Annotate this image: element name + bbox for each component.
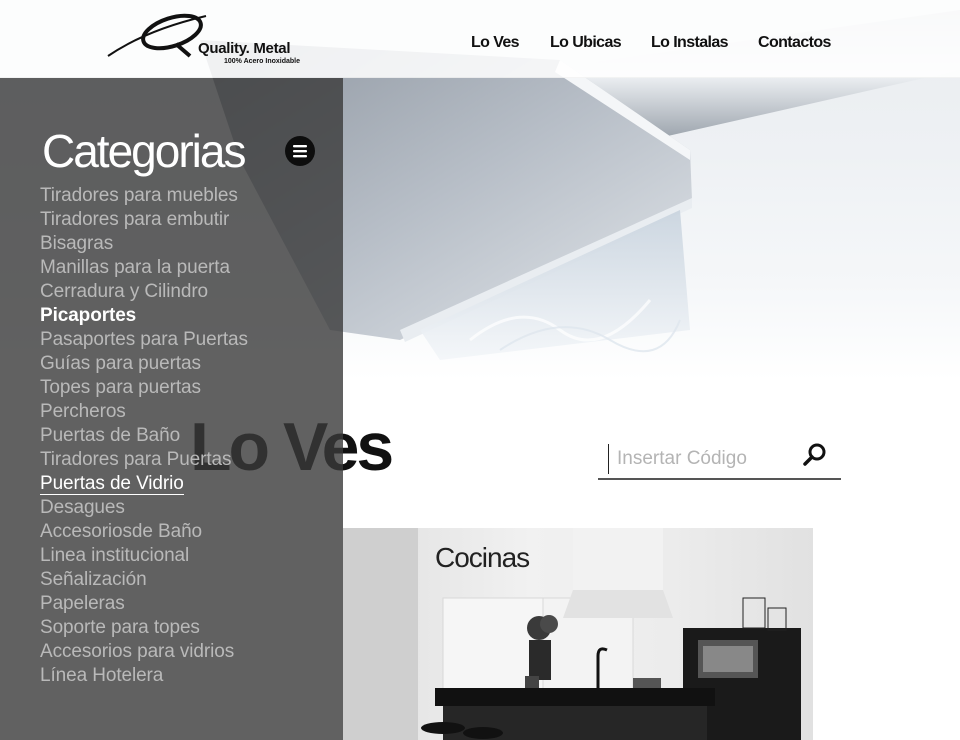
category-item[interactable]: Accesorios para vidrios xyxy=(40,640,248,664)
category-item-active[interactable]: Picaportes xyxy=(40,304,248,328)
card-title: Cocinas xyxy=(435,542,530,573)
category-item[interactable]: Línea Hotelera xyxy=(40,664,248,688)
nav-lo-instalas[interactable]: Lo Instalas xyxy=(651,34,729,52)
main-nav: Lo Ves Lo Ubicas Lo Instalas Contactos xyxy=(0,34,960,54)
category-item[interactable]: Papeleras xyxy=(40,592,248,616)
categories-panel: Categorias Tiradores para muebles Tirado… xyxy=(0,78,343,740)
category-item[interactable]: Pasaportes para Puertas xyxy=(40,328,248,352)
code-search-input[interactable] xyxy=(608,444,793,474)
category-item[interactable]: Desagues xyxy=(40,496,248,520)
category-item[interactable]: Linea institucional xyxy=(40,544,248,568)
category-item[interactable]: Topes para puertas xyxy=(40,376,248,400)
category-item[interactable]: Tiradores para Puertas xyxy=(40,448,248,472)
menu-toggle-button[interactable] xyxy=(285,136,315,166)
categories-title: Categorias xyxy=(42,125,246,177)
search-button[interactable] xyxy=(800,440,830,470)
magnifier-icon xyxy=(803,443,826,466)
nav-lo-ubicas[interactable]: Lo Ubicas xyxy=(550,34,622,52)
kitchen-image xyxy=(343,528,801,740)
category-item[interactable]: Accesoriosde Baño xyxy=(40,520,248,544)
category-item[interactable]: Puertas de Baño xyxy=(40,424,248,448)
category-item[interactable]: Soporte para topes xyxy=(40,616,248,640)
hamburger-icon xyxy=(293,145,307,158)
category-item[interactable]: Tiradores para embutir xyxy=(40,208,248,232)
search-underline xyxy=(598,478,841,480)
site-header: Quality. Metal 100% Acero Inoxidable Lo … xyxy=(0,0,960,78)
logo-tagline: 100% Acero Inoxidable xyxy=(224,58,300,65)
category-item[interactable]: Guías para puertas xyxy=(40,352,248,376)
category-item-hover[interactable]: Puertas de Vidrio xyxy=(40,472,248,496)
category-list: Tiradores para muebles Tiradores para em… xyxy=(40,184,248,688)
category-item[interactable]: Bisagras xyxy=(40,232,248,256)
category-item[interactable]: Señalización xyxy=(40,568,248,592)
nav-contactos[interactable]: Contactos xyxy=(758,34,831,52)
category-item[interactable]: Cerradura y Cilindro xyxy=(40,280,248,304)
nav-lo-ves[interactable]: Lo Ves xyxy=(471,34,520,52)
category-item[interactable]: Percheros xyxy=(40,400,248,424)
category-item[interactable]: Tiradores para muebles xyxy=(40,184,248,208)
category-item[interactable]: Manillas para la puerta xyxy=(40,256,248,280)
category-card-cocinas[interactable]: Cocinas xyxy=(343,528,813,740)
code-search xyxy=(598,440,841,480)
